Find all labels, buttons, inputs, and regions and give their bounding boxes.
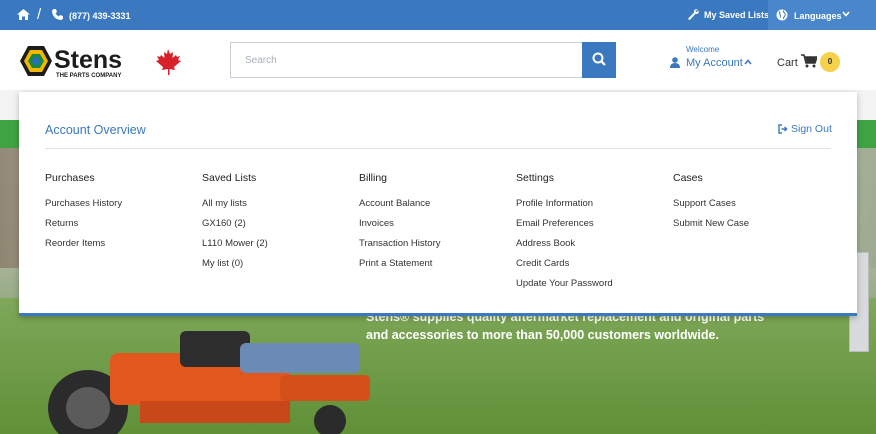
- menu-column-billing: Billing Account Balance Invoices Transac…: [359, 172, 509, 278]
- menu-link-print-statement[interactable]: Print a Statement: [359, 258, 509, 278]
- my-account-link[interactable]: My Account: [686, 57, 743, 69]
- cart-link[interactable]: Cart: [777, 57, 798, 69]
- menu-column-settings: Settings Profile Information Email Prefe…: [516, 172, 666, 298]
- globe-icon: [776, 9, 788, 21]
- home-icon[interactable]: [17, 9, 30, 20]
- account-overview-link[interactable]: Account Overview: [45, 123, 146, 137]
- menu-column-saved-lists: Saved Lists All my lists GX160 (2) L110 …: [202, 172, 352, 278]
- menu-link-credit-cards[interactable]: Credit Cards: [516, 258, 666, 278]
- column-heading: Saved Lists: [202, 172, 257, 184]
- menu-link-reorder-items[interactable]: Reorder Items: [45, 238, 195, 258]
- site-header: Stens THE PARTS COMPANY Welcome My Accou…: [0, 30, 876, 90]
- menu-link-account-balance[interactable]: Account Balance: [359, 198, 509, 218]
- menu-link-returns[interactable]: Returns: [45, 218, 195, 238]
- menu-link-my-list[interactable]: My list (0): [202, 258, 352, 278]
- panel-divider: [45, 148, 831, 149]
- search-button[interactable]: [582, 42, 616, 78]
- phone-icon: [52, 9, 63, 20]
- column-heading: Cases: [673, 172, 703, 184]
- menu-column-purchases: Purchases Purchases History Returns Reor…: [45, 172, 195, 258]
- sign-out-link[interactable]: Sign Out: [791, 123, 832, 135]
- user-icon: [670, 57, 680, 68]
- account-dropdown-panel: Account Overview Sign Out Purchases Purc…: [19, 92, 857, 316]
- logo-wordmark: Stens: [54, 46, 122, 74]
- menu-link-purchases-history[interactable]: Purchases History: [45, 198, 195, 218]
- menu-link-address-book[interactable]: Address Book: [516, 238, 666, 258]
- menu-link-support-cases[interactable]: Support Cases: [673, 198, 823, 218]
- cart-icon[interactable]: [801, 54, 817, 68]
- cart-count-badge: 0: [820, 52, 840, 72]
- logo-tagline: THE PARTS COMPANY: [56, 73, 121, 79]
- search-icon: [592, 52, 606, 66]
- column-heading: Billing: [359, 172, 388, 184]
- saved-lists-link[interactable]: My Saved Lists: [704, 10, 769, 20]
- menu-link-l110-mower[interactable]: L110 Mower (2): [202, 238, 352, 258]
- stens-logo[interactable]: Stens THE PARTS COMPANY: [18, 43, 188, 79]
- breadcrumb-separator: /: [37, 6, 42, 23]
- column-heading: Settings: [516, 172, 554, 184]
- menu-link-invoices[interactable]: Invoices: [359, 218, 509, 238]
- menu-link-all-lists[interactable]: All my lists: [202, 198, 352, 218]
- phone-number-link[interactable]: (877) 439-3331: [69, 11, 131, 21]
- lawn-mower-image: [48, 331, 370, 434]
- menu-link-submit-new-case[interactable]: Submit New Case: [673, 218, 823, 238]
- menu-link-transaction-history[interactable]: Transaction History: [359, 238, 509, 258]
- wrench-icon: [688, 9, 699, 20]
- menu-link-update-password[interactable]: Update Your Password: [516, 278, 666, 298]
- chevron-up-icon[interactable]: [744, 59, 752, 65]
- welcome-label: Welcome: [686, 45, 720, 54]
- chevron-down-icon[interactable]: [842, 11, 850, 17]
- search-input[interactable]: [230, 42, 583, 78]
- menu-column-cases: Cases Support Cases Submit New Case: [673, 172, 823, 238]
- column-heading: Purchases: [45, 172, 95, 184]
- sign-out-icon[interactable]: [778, 124, 788, 134]
- menu-link-profile-information[interactable]: Profile Information: [516, 198, 666, 218]
- menu-link-email-preferences[interactable]: Email Preferences: [516, 218, 666, 238]
- top-utility-bar: / (877) 439-3331 My Saved Lists Language…: [0, 0, 876, 30]
- languages-label[interactable]: Languages: [794, 11, 842, 21]
- menu-link-gx160[interactable]: GX160 (2): [202, 218, 352, 238]
- maple-leaf-icon: [156, 49, 181, 75]
